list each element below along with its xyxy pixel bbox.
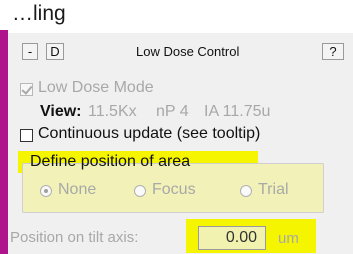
accent-bar <box>0 30 8 254</box>
help-button[interactable]: ? <box>322 43 344 60</box>
view-label: View: <box>40 103 82 120</box>
view-ia-value: IA 11.75u <box>204 103 271 120</box>
radio-none[interactable] <box>40 185 52 197</box>
tilt-axis-unit: um <box>278 230 299 247</box>
continuous-update-label: Continuous update (see tooltip) <box>38 125 260 143</box>
tilt-axis-input[interactable]: 0.00 <box>198 226 266 250</box>
continuous-update-text: Continuous update (see tooltip) <box>38 125 261 142</box>
radio-none-label: None <box>58 181 97 198</box>
low-dose-mode-label: Low Dose Mode <box>38 79 154 96</box>
background-window-strip: …ling <box>0 0 353 30</box>
d-button[interactable]: D <box>46 43 64 60</box>
low-dose-control-panel: - D Low Dose Control ? Low Dose Mode Vie… <box>8 33 353 254</box>
tooltip-highlight <box>253 123 323 145</box>
radio-trial[interactable] <box>240 185 252 197</box>
radio-focus[interactable] <box>134 185 146 197</box>
radio-focus-label: Focus <box>152 181 196 198</box>
view-np-value: nP 4 <box>156 103 189 120</box>
tilt-axis-label: Position on tilt axis: <box>10 229 139 246</box>
panel-title: Low Dose Control <box>136 44 240 59</box>
background-window-text: …ling <box>12 2 66 25</box>
minimize-button[interactable]: - <box>22 43 38 60</box>
continuous-update-checkbox[interactable] <box>20 129 33 142</box>
low-dose-mode-checkbox[interactable] <box>20 83 33 96</box>
radio-trial-label: Trial <box>258 181 289 198</box>
view-mag-value: 11.5Kx <box>88 103 137 120</box>
panel-header: - D Low Dose Control ? <box>8 41 353 65</box>
define-area-legend: Define position of area <box>30 153 191 170</box>
